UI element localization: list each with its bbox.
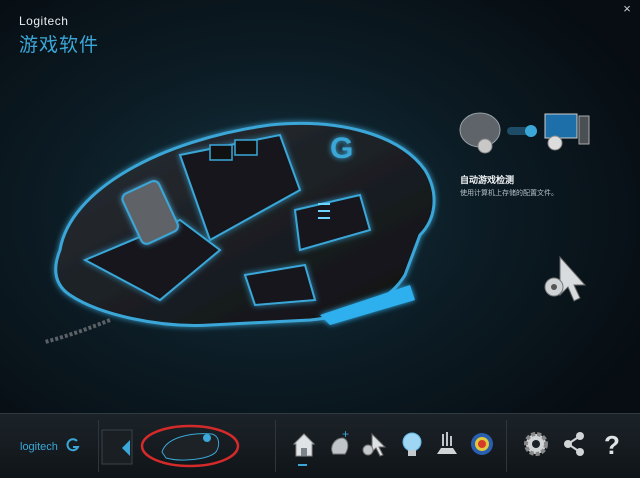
dpi-led-1: [318, 203, 330, 205]
heatmap-icon[interactable]: [468, 428, 496, 460]
home-active-indicator: [298, 464, 307, 466]
dpi-button-2: [234, 139, 258, 156]
separator: [506, 420, 507, 472]
gear-icon: [547, 135, 563, 151]
monitor-icon: [544, 113, 578, 139]
device-thumbnail[interactable]: [100, 420, 270, 472]
bottom-toolbar: logitech + ?: [0, 413, 640, 478]
tower-icon: [578, 115, 590, 145]
mouse-thumbnail-logo: [203, 434, 211, 442]
auto-detect-title: 自动游戏检测: [460, 175, 515, 185]
logitech-logo: logitech: [20, 441, 58, 453]
title-bar: Logitech 游戏软件 ×: [0, 0, 640, 60]
auto-detect-panel: 自动游戏检测 使用计算机上存储的配置文件。: [445, 108, 625, 208]
main-window: Logitech 游戏软件 × G 自动游戏检测 使用计算机上存储的配置文件。 …: [0, 0, 640, 478]
dpi-button-1: [209, 144, 233, 161]
toggle-knob: [525, 125, 537, 137]
svg-text:+: +: [342, 428, 349, 441]
logitech-g-icon: [66, 438, 80, 452]
mouse-cable: [44, 318, 111, 344]
help-icon[interactable]: ?: [598, 428, 626, 460]
settings-gear-icon[interactable]: [522, 428, 550, 460]
gear-mini-icon: [477, 138, 493, 154]
lighting-icon[interactable]: [398, 428, 426, 460]
auto-detect-graphic[interactable]: [445, 108, 625, 168]
auto-detect-description: 使用计算机上存储的配置文件。: [460, 190, 558, 197]
close-button[interactable]: ×: [620, 2, 634, 16]
dpi-led-2: [318, 210, 330, 212]
customize-buttons-icon[interactable]: +: [325, 428, 353, 460]
dpi-led-3: [318, 217, 330, 219]
share-icon[interactable]: [560, 428, 588, 460]
pointer-settings-icon[interactable]: [360, 428, 388, 460]
g-logo: G: [330, 132, 353, 165]
pointer-gear-icon[interactable]: [540, 255, 595, 305]
separator: [98, 420, 99, 472]
surface-tuning-icon[interactable]: [433, 428, 461, 460]
home-icon[interactable]: [290, 428, 318, 460]
app-title: 游戏软件: [19, 35, 100, 56]
svg-text:?: ?: [604, 430, 620, 460]
separator: [275, 420, 276, 472]
mouse-illustration: G: [44, 121, 436, 344]
device-selector[interactable]: [100, 420, 270, 472]
brand-label: Logitech: [19, 14, 69, 28]
